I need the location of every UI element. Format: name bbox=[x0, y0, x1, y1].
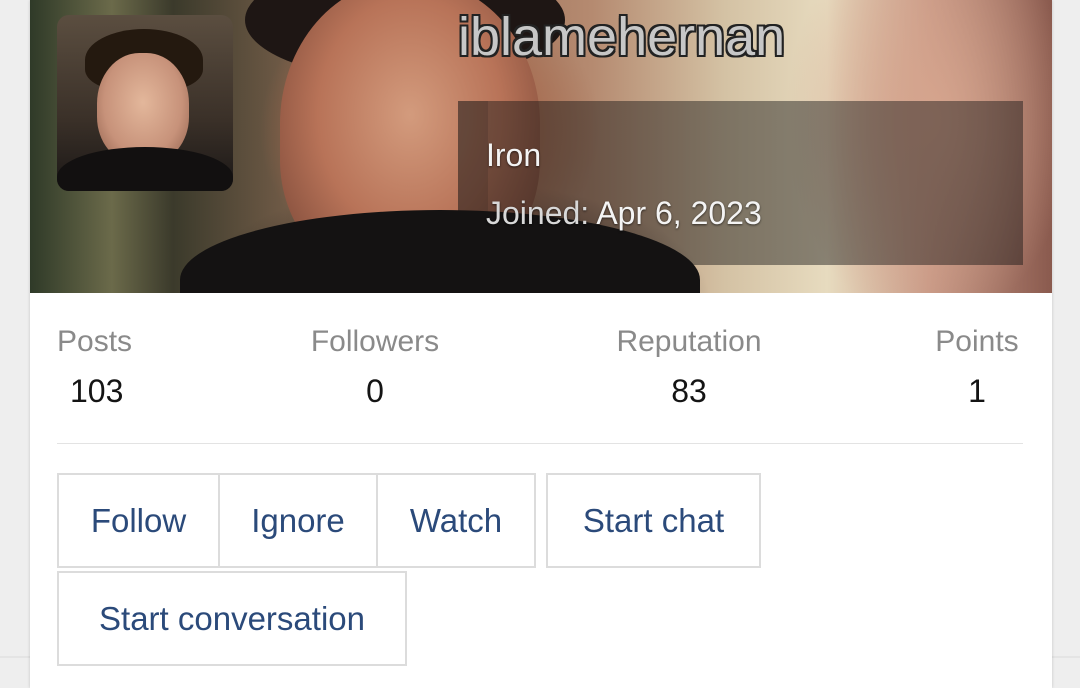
member-rank: Iron bbox=[486, 137, 542, 173]
stat-value: 83 bbox=[671, 373, 707, 409]
stat-value: 1 bbox=[968, 373, 986, 409]
start-conversation-button[interactable]: Start conversation bbox=[57, 571, 407, 666]
joined-date: Joined: Apr 6, 2023 bbox=[486, 195, 762, 232]
profile-banner: iblamehernan Iron Joined: Apr 6, 2023 bbox=[30, 0, 1052, 293]
stat-reputation[interactable]: Reputation 83 bbox=[609, 325, 769, 410]
stat-label: Followers bbox=[310, 325, 440, 358]
profile-info-box: Iron Joined: Apr 6, 2023 bbox=[458, 101, 1023, 265]
ignore-button[interactable]: Ignore bbox=[218, 473, 378, 568]
member-card: iblamehernan Iron Joined: Apr 6, 2023 Po… bbox=[30, 0, 1052, 688]
start-chat-button[interactable]: Start chat bbox=[546, 473, 761, 568]
stat-label: Posts bbox=[57, 325, 133, 358]
avatar-shirt-shape bbox=[57, 147, 233, 191]
watch-button[interactable]: Watch bbox=[376, 473, 536, 568]
stat-points[interactable]: Points 1 bbox=[930, 325, 1024, 410]
stat-posts[interactable]: Posts 103 bbox=[57, 325, 132, 410]
stat-label: Reputation bbox=[616, 325, 762, 358]
info-box-edge bbox=[458, 101, 488, 265]
stat-value: 0 bbox=[366, 373, 384, 409]
stat-followers[interactable]: Followers 0 bbox=[304, 325, 446, 410]
stat-label: Points bbox=[935, 325, 1019, 358]
username[interactable]: iblamehernan bbox=[458, 6, 785, 68]
member-stats: Posts 103 Followers 0 Reputation 83 Poin… bbox=[57, 325, 1023, 415]
joined-value: Apr 6, 2023 bbox=[596, 195, 762, 231]
avatar[interactable] bbox=[57, 15, 233, 191]
joined-label: Joined: bbox=[486, 195, 590, 231]
stat-value: 103 bbox=[70, 373, 124, 409]
stats-divider bbox=[57, 443, 1023, 444]
follow-button[interactable]: Follow bbox=[57, 473, 220, 568]
